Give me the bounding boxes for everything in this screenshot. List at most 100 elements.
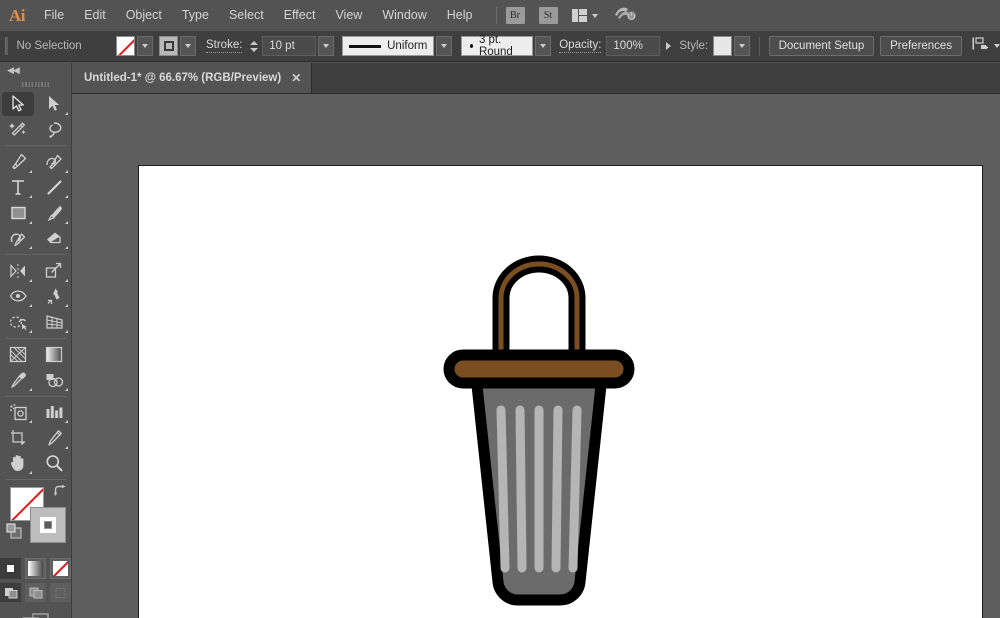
stroke-dropdown-button[interactable]	[180, 36, 196, 56]
stroke-profile-select[interactable]: Uniform	[342, 36, 434, 56]
chevron-down-icon[interactable]	[592, 14, 598, 18]
arrange-documents-icon[interactable]	[572, 9, 588, 22]
control-bar-divider	[759, 37, 760, 56]
preferences-button[interactable]: Preferences	[880, 36, 962, 56]
color-mode-button[interactable]	[0, 558, 21, 579]
menu-item-object[interactable]: Object	[116, 0, 172, 31]
slice-tool[interactable]	[36, 425, 72, 451]
close-icon[interactable]: ✕	[291, 72, 301, 84]
document-tab[interactable]: Untitled-1* @ 66.67% (RGB/Preview) ✕	[72, 63, 312, 93]
symbol-sprayer-tool[interactable]	[0, 400, 36, 426]
fill-dropdown-button[interactable]	[137, 36, 153, 56]
change-screen-mode-button[interactable]	[22, 612, 50, 618]
fill-color-swatch[interactable]	[116, 36, 135, 56]
tools-divider	[6, 338, 66, 339]
stroke-color-box[interactable]	[30, 507, 66, 543]
direct-selection-tool[interactable]	[36, 91, 72, 117]
shaper-tool[interactable]	[0, 226, 36, 252]
swap-fill-stroke-icon[interactable]	[53, 484, 67, 502]
opacity-label[interactable]: Opacity:	[559, 39, 601, 53]
free-transform-tool[interactable]	[36, 284, 72, 310]
app-logo: Ai	[0, 0, 34, 31]
stroke-weight-stepper[interactable]	[249, 41, 258, 52]
eyedropper-tool[interactable]	[0, 367, 36, 393]
artboard-tool[interactable]	[0, 425, 36, 451]
tools-divider	[6, 145, 66, 146]
type-tool[interactable]	[0, 175, 36, 201]
tools-panel: ◀◀	[0, 63, 72, 618]
tools-divider	[6, 396, 66, 397]
opacity-input[interactable]: 100%	[606, 36, 660, 56]
draw-behind-button[interactable]	[25, 583, 46, 602]
menu-item-select[interactable]: Select	[219, 0, 274, 31]
draw-normal-button[interactable]	[0, 583, 21, 602]
style-label: Style:	[679, 40, 708, 52]
tools-divider	[6, 254, 66, 255]
control-bar-grip[interactable]	[5, 37, 8, 55]
width-tool[interactable]	[0, 284, 36, 310]
eraser-tool[interactable]	[36, 226, 72, 252]
artboard[interactable]	[138, 165, 983, 618]
curvature-tool[interactable]	[36, 149, 72, 175]
menu-item-effect[interactable]: Effect	[274, 0, 326, 31]
menu-item-file[interactable]: File	[34, 0, 74, 31]
stroke-color-swatch[interactable]	[159, 36, 178, 56]
zoom-tool[interactable]	[36, 451, 72, 477]
default-fill-stroke-icon[interactable]	[6, 523, 23, 545]
gradient-mode-button[interactable]	[25, 558, 46, 579]
graphic-style-dropdown-button[interactable]	[734, 36, 750, 56]
screen-mode-row	[0, 612, 71, 618]
selection-tool[interactable]	[0, 91, 36, 117]
graphic-style-swatch[interactable]	[713, 36, 732, 56]
column-graph-tool[interactable]	[36, 400, 72, 426]
menu-divider	[496, 7, 497, 24]
tools-panel-collapse[interactable]: ◀◀	[0, 63, 71, 77]
line-segment-tool[interactable]	[36, 175, 72, 201]
magic-wand-tool[interactable]	[0, 117, 36, 143]
rotate-tool[interactable]	[0, 258, 36, 284]
align-objects-icon[interactable]	[972, 36, 989, 56]
paintbrush-tool[interactable]	[36, 200, 72, 226]
creative-cloud-icon[interactable]	[614, 5, 636, 26]
mesh-tool[interactable]	[0, 342, 36, 368]
lasso-tool[interactable]	[36, 117, 72, 143]
menu-item-edit[interactable]: Edit	[74, 0, 116, 31]
trash-can-illustration[interactable]	[139, 166, 984, 618]
tools-divider	[6, 479, 66, 480]
drawing-mode-row	[0, 583, 71, 602]
document-setup-button[interactable]: Document Setup	[769, 36, 875, 56]
blend-tool[interactable]	[36, 367, 72, 393]
stroke-profile-dropdown-button[interactable]	[436, 36, 452, 56]
tools-panel-grip[interactable]	[0, 77, 71, 91]
menu-item-view[interactable]: View	[325, 0, 372, 31]
stroke-weight-input[interactable]: 10 pt	[262, 36, 316, 56]
perspective-grid-tool[interactable]	[36, 309, 72, 335]
color-mode-row	[0, 558, 71, 579]
brush-definition-value: 3 pt. Round	[479, 34, 526, 58]
round-cap-icon	[470, 44, 473, 48]
align-dropdown-chevron-icon[interactable]	[994, 44, 1000, 48]
selection-status: No Selection	[16, 40, 116, 52]
bridge-button[interactable]: Br	[506, 7, 525, 24]
document-tab-bar: Untitled-1* @ 66.67% (RGB/Preview) ✕	[72, 63, 1000, 94]
document-tab-title: Untitled-1* @ 66.67% (RGB/Preview)	[84, 72, 281, 84]
menu-item-window[interactable]: Window	[372, 0, 436, 31]
draw-inside-button[interactable]	[50, 583, 71, 602]
hand-tool[interactable]	[0, 451, 36, 477]
none-mode-button[interactable]	[50, 558, 71, 579]
gradient-tool[interactable]	[36, 342, 72, 368]
pen-tool[interactable]	[0, 149, 36, 175]
stroke-weight-dropdown-button[interactable]	[318, 36, 334, 56]
shape-builder-tool[interactable]	[0, 309, 36, 335]
menu-item-help[interactable]: Help	[437, 0, 483, 31]
stroke-label[interactable]: Stroke:	[206, 39, 242, 53]
menu-item-type[interactable]: Type	[172, 0, 219, 31]
stroke-profile-value: Uniform	[387, 40, 427, 52]
rectangle-tool[interactable]	[0, 200, 36, 226]
brush-definition-select[interactable]: 3 pt. Round	[461, 36, 533, 56]
canvas-area[interactable]	[72, 94, 1000, 618]
scale-tool[interactable]	[36, 258, 72, 284]
stock-button[interactable]: St	[539, 7, 558, 24]
brush-definition-dropdown-button[interactable]	[535, 36, 551, 56]
opacity-options-arrow-icon[interactable]	[666, 42, 671, 50]
